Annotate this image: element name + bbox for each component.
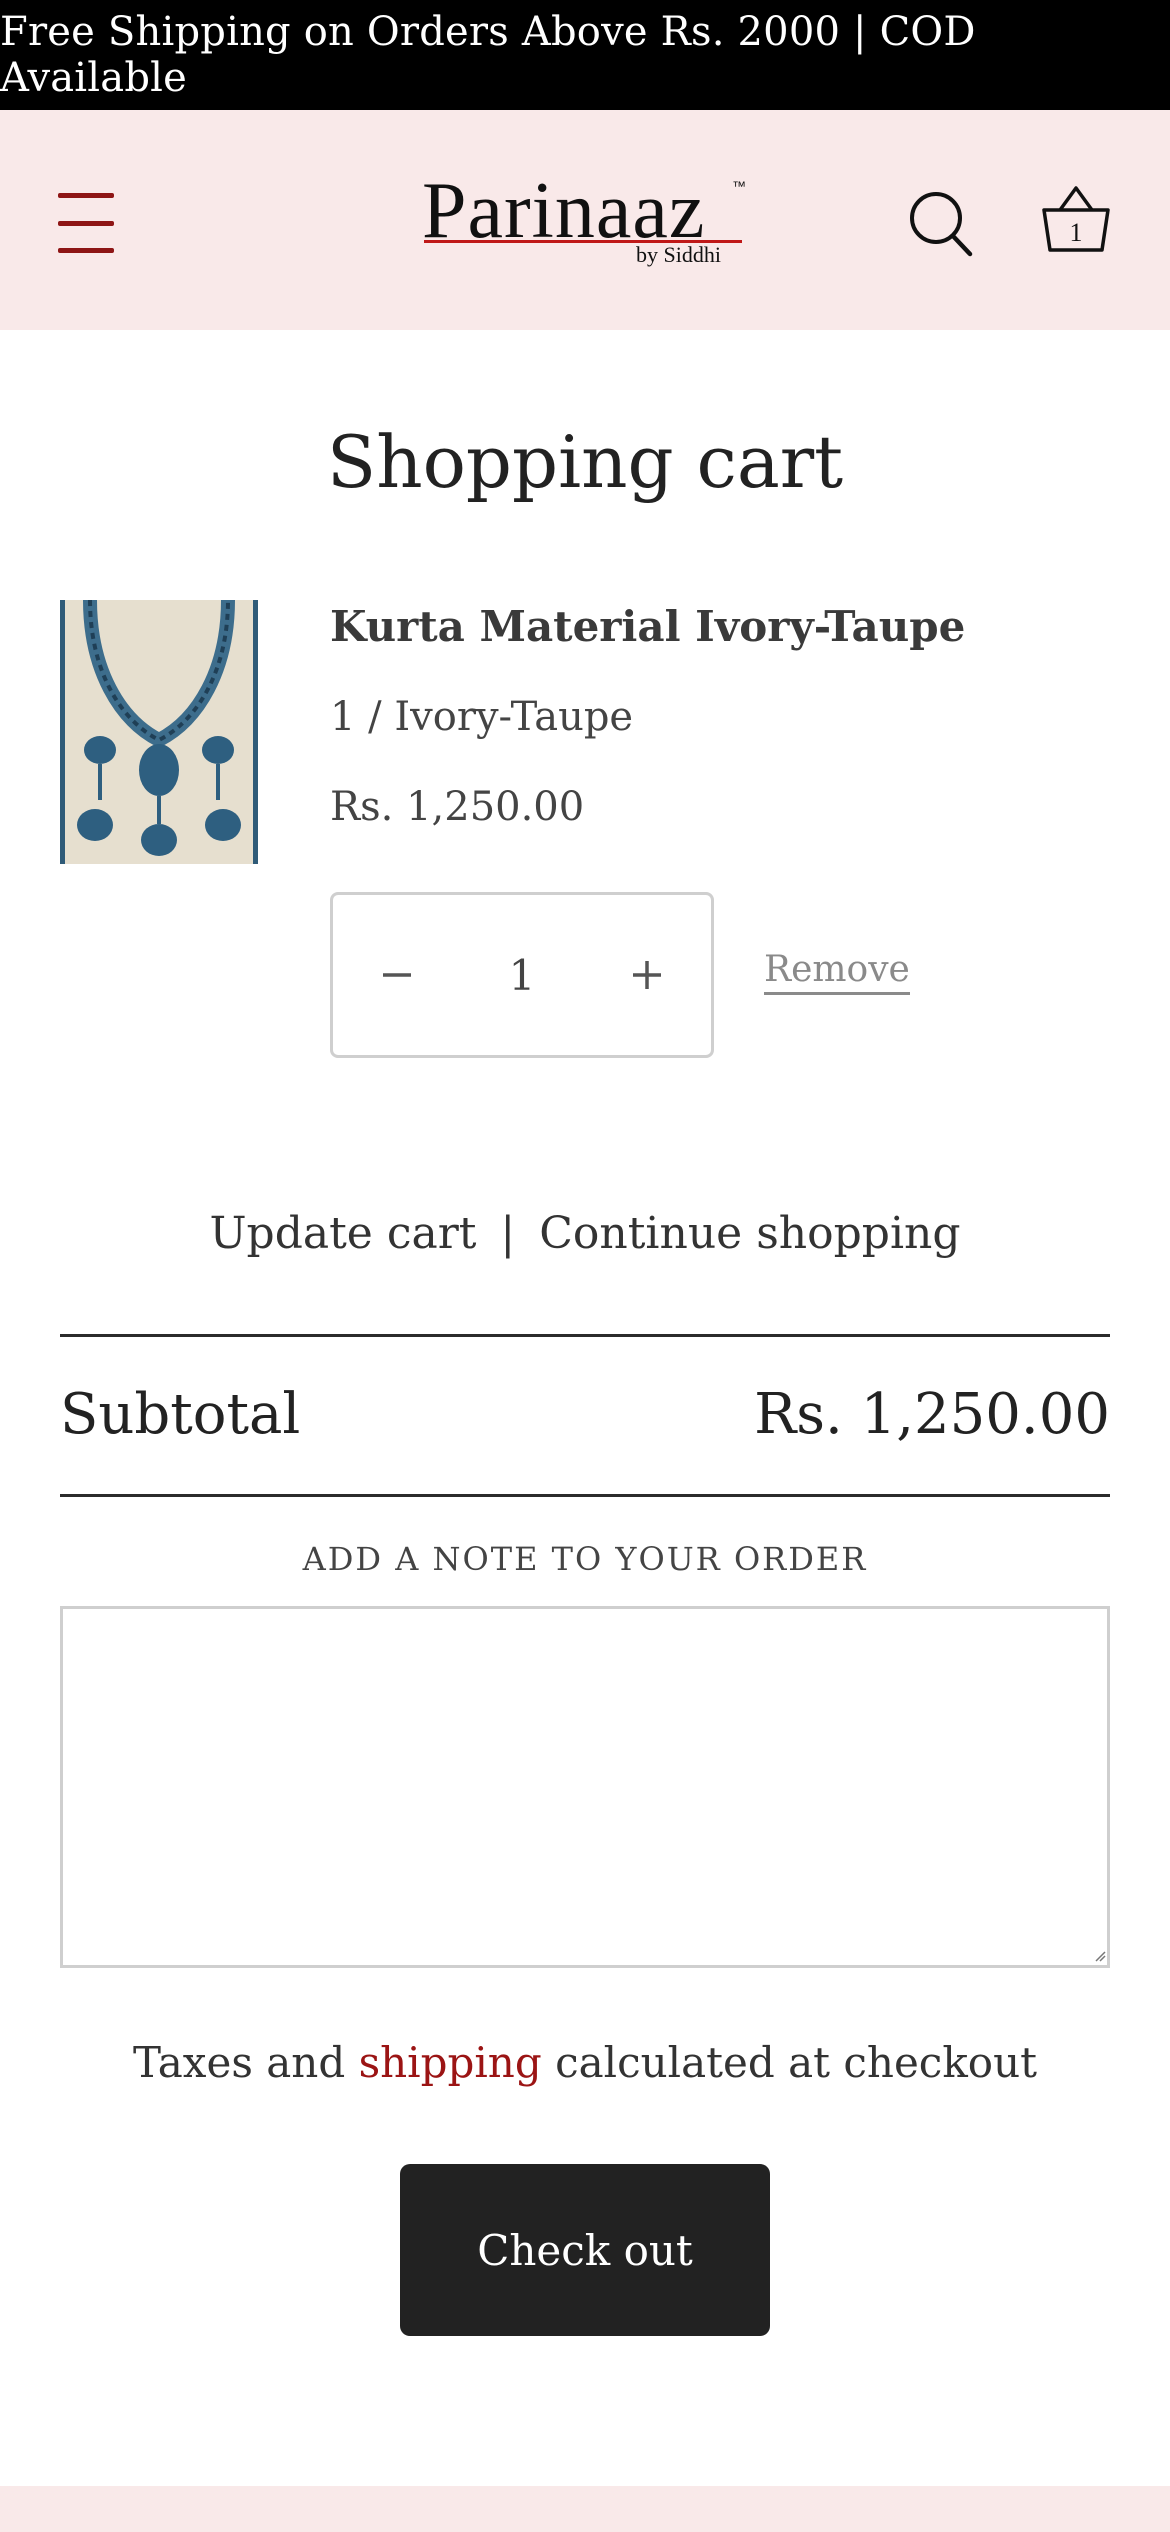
announcement-bar: Free Shipping on Orders Above Rs. 2000 |… [0,0,1170,110]
logo-subtitle: by Siddhi [636,242,721,267]
continue-shopping-link[interactable]: Continue shopping [539,1208,960,1259]
cart-count-badge: 1 [1069,218,1083,247]
announcement-text: Free Shipping on Orders Above Rs. 2000 |… [0,9,976,101]
cart-item-variant: 1 / Ivory-Taupe [330,694,634,740]
logo-trademark: ™ [732,178,746,194]
checkout-button[interactable]: Check out [400,2164,770,2336]
update-cart-button[interactable]: Update cart [209,1208,476,1259]
actions-separator: | [500,1208,516,1259]
quantity-stepper: 1 [330,892,714,1058]
cart-item-price: Rs. 1,250.00 [330,784,585,830]
subtotal-label: Subtotal [60,1382,301,1447]
remove-item-link[interactable]: Remove [764,948,910,995]
page-title: Shopping cart [326,420,844,504]
divider-bottom [60,1494,1110,1497]
taxes-text-after: calculated at checkout [541,2038,1037,2087]
subtotal-value: Rs. 1,250.00 [754,1382,1110,1447]
plus-icon[interactable] [583,895,711,1055]
site-logo[interactable]: Parinaaz ™ by Siddhi [418,166,758,276]
site-header: Parinaaz ™ by Siddhi 1 [0,110,1170,330]
resize-grip-icon[interactable] [1094,1950,1106,1962]
hamburger-menu-icon[interactable] [58,193,116,253]
footer-band [0,2486,1170,2532]
taxes-text-before: Taxes and [132,2038,359,2087]
shipping-policy-link[interactable]: shipping [359,2038,542,2087]
order-note-label: ADD A NOTE TO YOUR ORDER [302,1540,868,1578]
order-note-field[interactable] [60,1606,1110,1968]
search-icon[interactable] [906,188,976,260]
minus-icon[interactable] [333,895,461,1055]
taxes-note: Taxes and shipping calculated at checkou… [0,2038,1170,2087]
cart-item-title[interactable]: Kurta Material Ivory-Taupe [330,602,965,651]
cart-actions: Update cart | Continue shopping [0,1208,1170,1259]
product-thumbnail[interactable] [60,600,258,864]
quantity-value[interactable]: 1 [472,951,572,1000]
divider-top [60,1334,1110,1337]
cart-button[interactable]: 1 [1038,182,1114,258]
